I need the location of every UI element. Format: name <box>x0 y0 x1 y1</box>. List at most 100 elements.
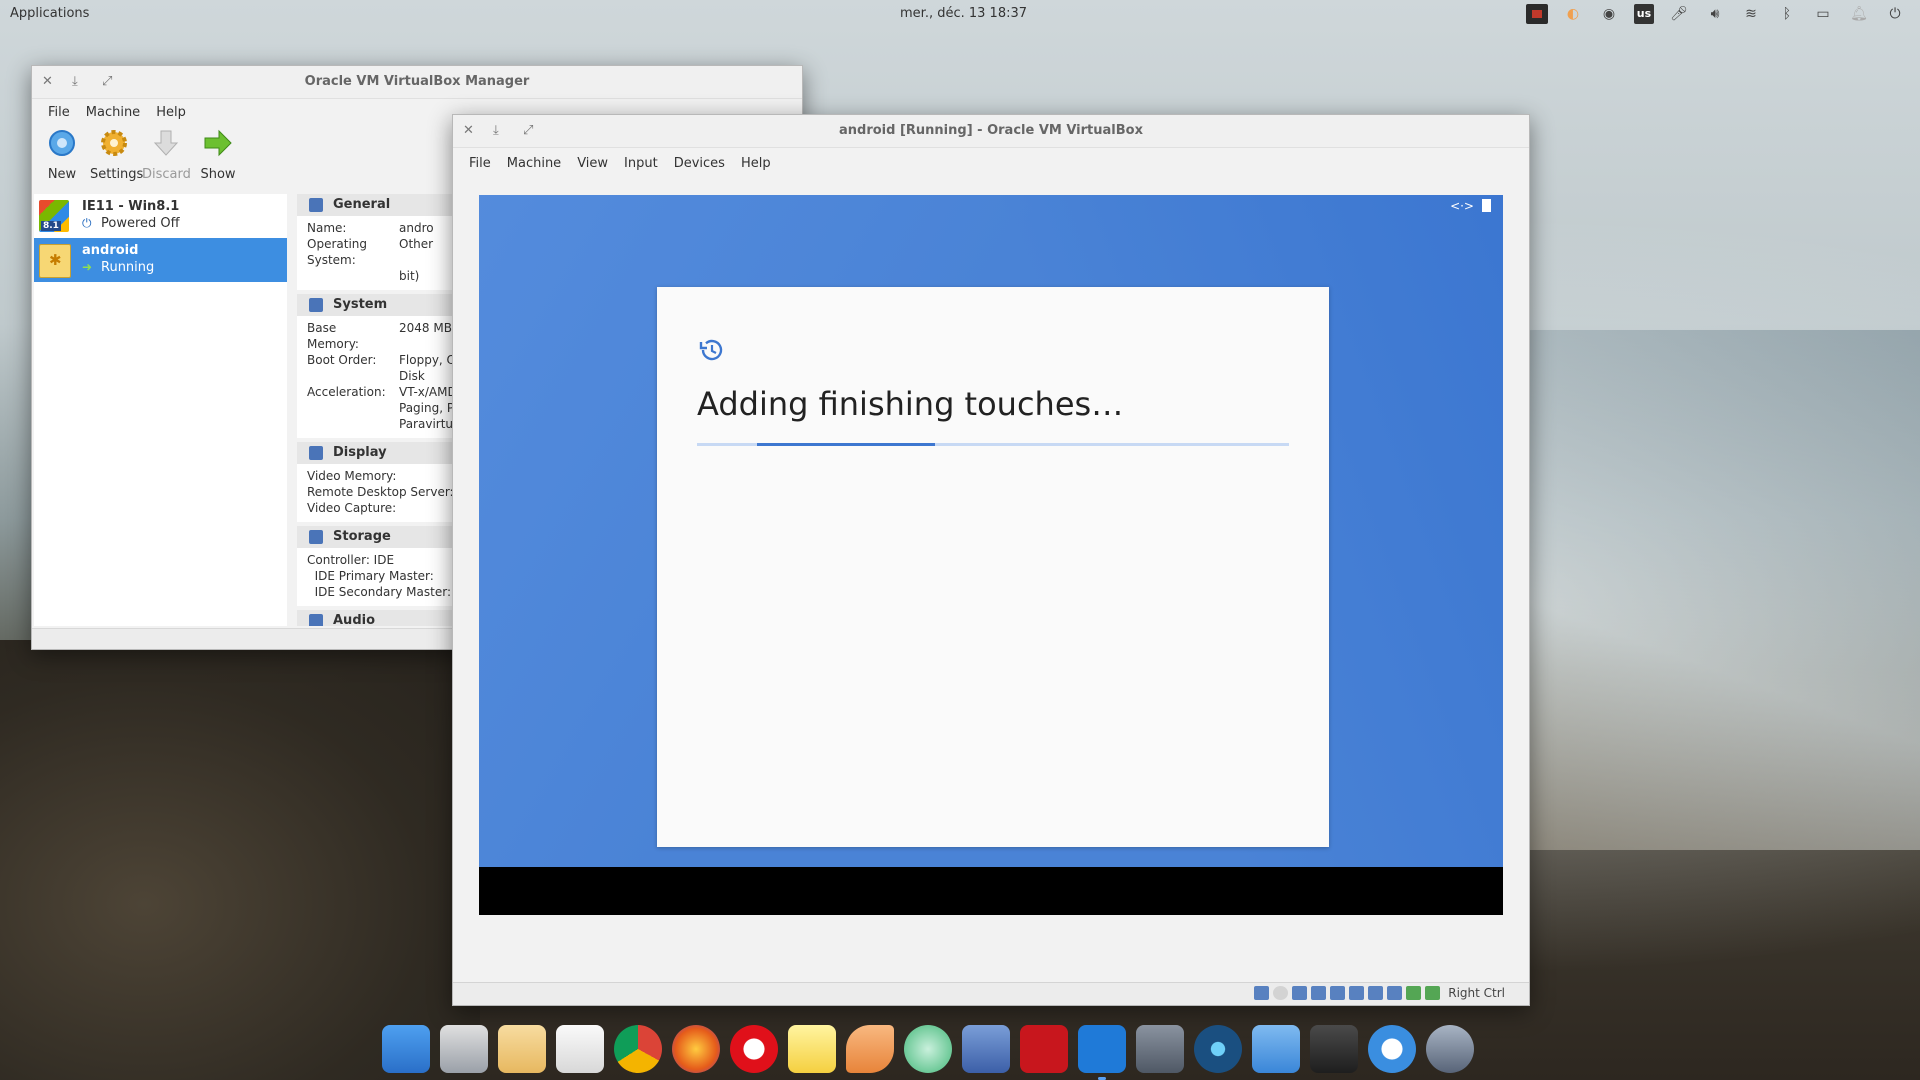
applications-menu[interactable]: Applications <box>10 6 89 21</box>
android-vm-icon: ✱ <box>39 244 71 278</box>
top-panel: Applications mer., déc. 13 18:37 ◐ ◉ us … <box>0 0 1920 28</box>
detail-value: VT-x/AMD <box>399 385 457 399</box>
windows-vm-icon: 8.1 <box>39 200 69 232</box>
react-icon[interactable] <box>1194 1025 1242 1073</box>
detail-key: Base <box>307 321 337 335</box>
usb-icon[interactable] <box>1330 986 1346 1000</box>
cloud-icon[interactable] <box>1368 1025 1416 1073</box>
shared-folders-icon[interactable] <box>1349 986 1365 1000</box>
steam-icon[interactable] <box>1426 1025 1474 1073</box>
guest-screen[interactable]: <·> Adding finishing touches… <box>479 195 1503 915</box>
network-icon[interactable] <box>1311 986 1327 1000</box>
show-button[interactable]: Show <box>194 125 242 187</box>
system-settings-icon[interactable] <box>1136 1025 1184 1073</box>
menu-file[interactable]: File <box>461 156 499 171</box>
new-button[interactable]: New <box>38 125 86 187</box>
virtualization-icon[interactable] <box>1406 986 1422 1000</box>
detail-key <box>307 416 399 432</box>
video-capture-icon[interactable] <box>1387 986 1403 1000</box>
section-system-body: Base 2048 MB Memory: Boot Order: Floppy, O… <box>297 316 477 438</box>
night-light-icon[interactable]: ◐ <box>1562 4 1584 24</box>
menu-help[interactable]: Help <box>148 105 194 120</box>
microphone-icon[interactable]: 🎤︎ <box>1668 4 1690 24</box>
mouse-integration-icon[interactable] <box>1425 986 1441 1000</box>
detail-key: Video Memory: <box>307 469 397 483</box>
audio-icon[interactable] <box>1292 986 1308 1000</box>
optical-drive-icon[interactable] <box>1273 986 1289 1000</box>
vm-status-icons: Right Ctrl <box>1254 986 1505 1000</box>
detail-key: Name: <box>307 221 347 235</box>
menu-machine[interactable]: Machine <box>78 105 148 120</box>
general-icon <box>309 198 323 212</box>
menu-input[interactable]: Input <box>616 156 666 171</box>
hard-disk-icon[interactable] <box>1254 986 1270 1000</box>
discard-label: Discard <box>142 167 191 182</box>
files-icon[interactable] <box>440 1025 488 1073</box>
host-key-label: Right Ctrl <box>1448 986 1505 1000</box>
section-display-header[interactable]: Display <box>297 442 477 464</box>
menu-help[interactable]: Help <box>733 156 779 171</box>
vm-item-ie11[interactable]: 8.1 IE11 - Win8.1 ⏻ Powered Off <box>34 194 287 238</box>
detail-key: Controller: IDE <box>307 553 395 567</box>
storage-icon <box>309 530 323 544</box>
clock[interactable]: mer., déc. 13 18:37 <box>900 6 1027 21</box>
battery-icon[interactable]: ▭ <box>1812 4 1834 24</box>
notifications-icon[interactable]: 🔔︎ <box>1848 4 1870 24</box>
display-icon[interactable] <box>1368 986 1384 1000</box>
new-label: New <box>47 167 77 182</box>
vm-titlebar[interactable]: ✕ ⤓ ⤢ android [Running] - Oracle VM Virt… <box>453 115 1529 148</box>
section-storage-header[interactable]: Storage <box>297 526 477 548</box>
slack-icon[interactable] <box>846 1025 894 1073</box>
detail-value: andro <box>399 221 434 235</box>
dropbox-icon[interactable] <box>1252 1025 1300 1073</box>
notes-icon[interactable] <box>788 1025 836 1073</box>
menu-file[interactable]: File <box>40 105 78 120</box>
opera-icon[interactable] <box>730 1025 778 1073</box>
settings-button[interactable]: Settings <box>90 125 143 187</box>
keyboard-layout-icon[interactable]: us <box>1634 4 1654 24</box>
show-arrow-icon <box>204 129 232 157</box>
manager-titlebar[interactable]: ✕ ⤓ ⤢ Oracle VM VirtualBox Manager <box>32 66 802 99</box>
appcenter-icon[interactable] <box>962 1025 1010 1073</box>
vm-item-android[interactable]: ✱ android ➜ Running <box>34 238 287 282</box>
screenshot-icon[interactable] <box>1310 1025 1358 1073</box>
section-system-header[interactable]: System <box>297 294 477 316</box>
volume-icon[interactable]: 🔊︎ <box>1704 4 1726 24</box>
section-display-body: Video Memory: Remote Desktop Server: Vid… <box>297 464 477 522</box>
vm-list: 8.1 IE11 - Win8.1 ⏻ Powered Off ✱ android… <box>34 194 287 626</box>
menu-view[interactable]: View <box>569 156 616 171</box>
vm-name: IE11 - Win8.1 <box>82 199 180 214</box>
detail-key <box>307 400 399 416</box>
chrome-icon[interactable] <box>614 1025 662 1073</box>
mail-icon[interactable] <box>498 1025 546 1073</box>
calendar-icon[interactable] <box>556 1025 604 1073</box>
multitasking-view-icon[interactable] <box>382 1025 430 1073</box>
window-title: android [Running] - Oracle VM VirtualBox <box>839 123 1143 138</box>
firefox-icon[interactable] <box>672 1025 720 1073</box>
detail-value: bit) <box>399 269 420 283</box>
section-audio-header[interactable]: Audio <box>297 610 477 626</box>
power-icon[interactable]: ⏻ <box>1884 4 1906 24</box>
discard-arrow-icon <box>153 130 179 156</box>
steam-icon[interactable]: ◉ <box>1598 4 1620 24</box>
detail-key: Acceleration: <box>307 385 386 399</box>
os-version-badge: 8.1 <box>41 221 61 231</box>
detail-key <box>307 268 399 284</box>
menu-machine[interactable]: Machine <box>499 156 569 171</box>
vm-name: android <box>82 243 139 258</box>
running-arrow-icon: ➜ <box>82 260 93 274</box>
screen-recorder-icon[interactable] <box>1526 4 1548 24</box>
menu-devices[interactable]: Devices <box>666 156 733 171</box>
detail-key: Video Capture: <box>307 501 397 515</box>
section-general-header[interactable]: General <box>297 194 477 216</box>
activity-monitor-icon[interactable] <box>1078 1025 1126 1080</box>
detail-value: Floppy, O <box>399 353 456 367</box>
bluetooth-icon[interactable]: ᛒ <box>1776 4 1798 24</box>
atom-icon[interactable] <box>904 1025 952 1073</box>
wifi-icon[interactable]: ≋ <box>1740 4 1762 24</box>
detail-value: Disk <box>399 369 425 383</box>
vm-window: ✕ ⤓ ⤢ android [Running] - Oracle VM Virt… <box>452 114 1530 1006</box>
setup-dialog: Adding finishing touches… <box>657 287 1329 847</box>
discard-button[interactable]: Discard <box>142 125 191 187</box>
filezilla-icon[interactable] <box>1020 1025 1068 1073</box>
